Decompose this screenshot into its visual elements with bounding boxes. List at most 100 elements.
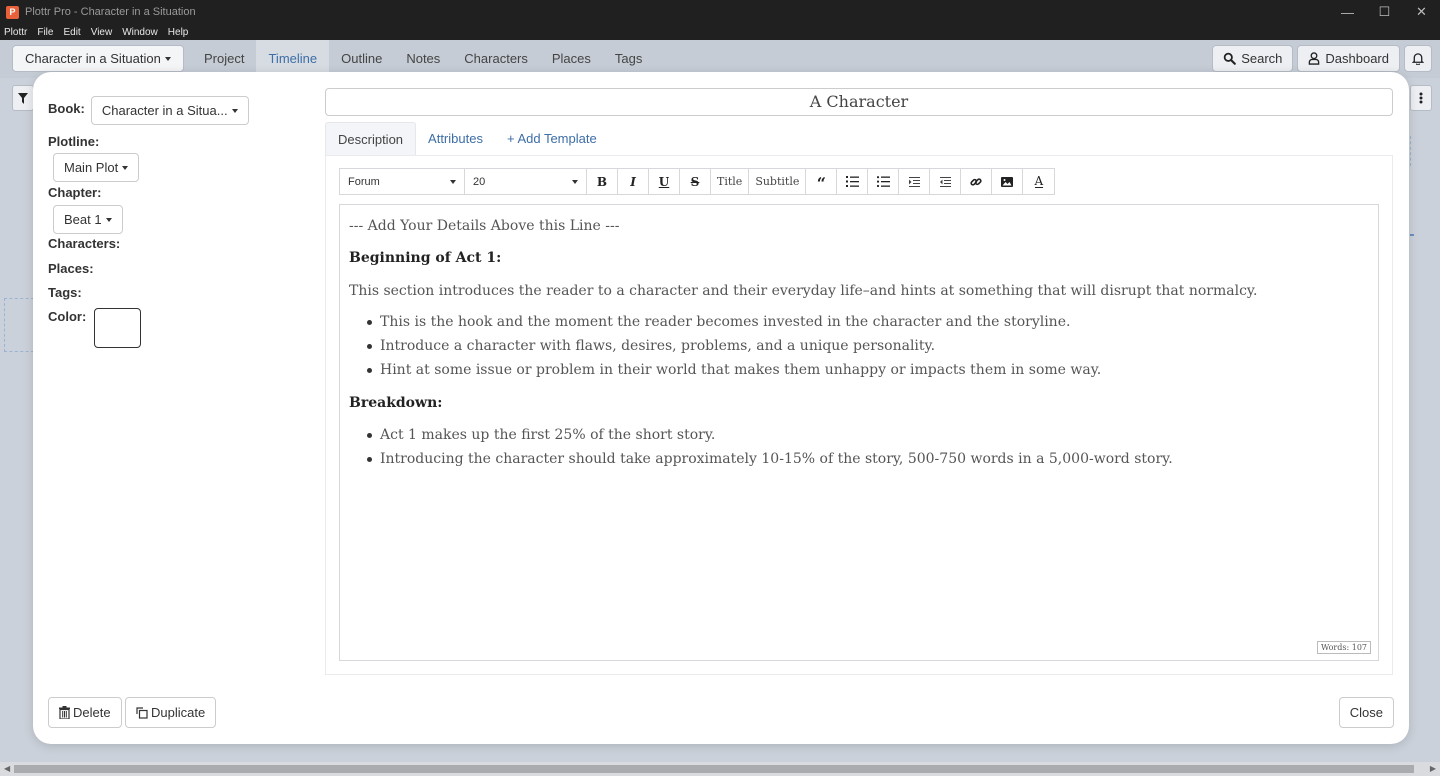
card-title-input[interactable]: A Character — [325, 88, 1393, 116]
window-title: Plottr Pro - Character in a Situation — [25, 6, 196, 18]
underline-button[interactable]: U — [649, 169, 680, 194]
link-button[interactable] — [961, 169, 993, 194]
scroll-right-icon[interactable]: ▶ — [1430, 764, 1436, 773]
bulleted-list-button[interactable] — [868, 169, 900, 194]
bulleted-list-icon — [876, 176, 890, 187]
list-item: Hint at some issue or problem in their w… — [367, 358, 1369, 382]
font-family-select[interactable]: Forum — [340, 169, 465, 194]
font-size-select[interactable]: 20 — [465, 169, 587, 194]
dashboard-button[interactable]: Dashboard — [1297, 45, 1400, 72]
numbered-list-icon — [845, 176, 859, 187]
filter-button[interactable] — [12, 85, 34, 111]
subtitle-button[interactable]: Subtitle — [749, 169, 807, 194]
menu-plottr[interactable]: Plottr — [4, 27, 27, 38]
menu-bar: Plottr File Edit View Window Help — [0, 24, 1440, 40]
numbered-list-button[interactable] — [837, 169, 869, 194]
caret-down-icon — [105, 217, 112, 222]
font-family-value: Forum — [348, 175, 380, 188]
book-selector[interactable]: Character in a Situation — [12, 45, 184, 72]
caret-down-icon — [572, 179, 578, 184]
close-label: Close — [1349, 705, 1383, 720]
bell-icon — [1412, 53, 1424, 65]
copy-icon — [136, 706, 148, 719]
blockquote-button[interactable]: “ — [806, 169, 838, 194]
bold-icon: B — [596, 174, 608, 189]
caret-down-icon — [450, 179, 456, 184]
caret-down-icon — [122, 165, 129, 170]
search-label: Search — [1241, 51, 1283, 66]
notifications-button[interactable] — [1404, 45, 1432, 72]
chapter-field-label: Chapter: — [48, 185, 102, 200]
minimize-button[interactable]: — — [1329, 0, 1366, 24]
dashboard-label: Dashboard — [1325, 51, 1389, 66]
separator-line: --- Add Your Details Above this Line --- — [349, 218, 620, 234]
timeline-card-placeholder — [4, 298, 34, 352]
caret-down-icon — [164, 56, 171, 61]
duplicate-label: Duplicate — [151, 705, 206, 720]
card-edit-modal: Book: Character in a Situa... Plotline: … — [33, 72, 1409, 744]
tags-field-label[interactable]: Tags: — [48, 285, 82, 300]
heading-beginning-act-1: Beginning of Act 1: — [349, 250, 502, 266]
filter-icon — [18, 92, 28, 104]
list-item: Act 1 makes up the first 25% of the shor… — [367, 423, 1369, 447]
search-icon — [1223, 52, 1237, 65]
duplicate-button[interactable]: Duplicate — [125, 697, 217, 728]
italic-button[interactable]: I — [618, 169, 649, 194]
book-dropdown-value: Character in a Situa... — [101, 103, 228, 118]
card-tabs: Description Attributes + Add Template — [325, 122, 609, 156]
breakdown-list: Act 1 makes up the first 25% of the shor… — [367, 423, 1369, 471]
image-button[interactable] — [992, 169, 1024, 194]
text-color-button[interactable]: A — [1023, 169, 1054, 194]
plottr-logo-icon: P — [6, 5, 19, 19]
indent-button[interactable] — [899, 169, 931, 194]
book-field-label: Book: — [48, 101, 85, 116]
menu-window[interactable]: Window — [122, 27, 158, 38]
close-button[interactable]: Close — [1338, 697, 1394, 728]
timeline-divider — [1410, 136, 1411, 166]
search-button[interactable]: Search — [1212, 45, 1294, 72]
color-field-label: Color: — [48, 309, 87, 324]
underline-icon: U — [658, 174, 670, 189]
plotline-dropdown[interactable]: Main Plot — [53, 153, 140, 182]
bold-button[interactable]: B — [587, 169, 618, 194]
scrollbar-thumb[interactable] — [14, 765, 1414, 773]
color-picker-swatch[interactable] — [94, 308, 141, 348]
characters-field-label[interactable]: Characters: — [48, 236, 120, 251]
outdent-icon — [939, 176, 951, 187]
trash-icon — [59, 706, 70, 719]
word-count-badge: Words: 107 — [1316, 641, 1371, 654]
menu-view[interactable]: View — [91, 27, 113, 38]
tab-description[interactable]: Description — [325, 122, 417, 156]
menu-file[interactable]: File — [37, 27, 53, 38]
description-panel: Forum 20 B I U S Title Subtitle “ A --- … — [325, 155, 1393, 675]
title-bar: P Plottr Pro - Character in a Situation … — [0, 0, 1440, 24]
maximize-button[interactable]: ☐ — [1366, 0, 1403, 24]
tab-attributes[interactable]: Attributes — [416, 122, 495, 156]
rich-text-editor[interactable]: --- Add Your Details Above this Line ---… — [339, 204, 1379, 661]
heading-breakdown: Breakdown: — [349, 395, 443, 411]
vertical-dots-icon — [1419, 92, 1423, 104]
delete-button[interactable]: Delete — [48, 697, 122, 728]
close-window-button[interactable]: ✕ — [1403, 0, 1440, 24]
more-options-button[interactable] — [1410, 85, 1432, 111]
menu-help[interactable]: Help — [168, 27, 189, 38]
list-item: This is the hook and the moment the read… — [367, 310, 1369, 334]
outdent-button[interactable] — [930, 169, 962, 194]
list-item: Introduce a character with flaws, desire… — [367, 334, 1369, 358]
chapter-dropdown[interactable]: Beat 1 — [53, 205, 123, 234]
plotline-dropdown-value: Main Plot — [64, 160, 119, 175]
places-field-label[interactable]: Places: — [48, 261, 94, 276]
horizontal-scrollbar[interactable]: ◀ ▶ — [0, 762, 1440, 776]
strikethrough-button[interactable]: S — [680, 169, 711, 194]
font-size-value: 20 — [473, 175, 486, 188]
add-template-link[interactable]: + Add Template — [495, 122, 609, 156]
title-button[interactable]: Title — [711, 169, 750, 194]
text-color-icon: A — [1034, 174, 1044, 188]
book-dropdown[interactable]: Character in a Situa... — [90, 96, 249, 125]
menu-edit[interactable]: Edit — [63, 27, 80, 38]
book-selector-label: Character in a Situation — [25, 51, 161, 66]
link-icon — [970, 177, 983, 186]
indent-icon — [908, 176, 920, 187]
timeline-marker — [1410, 234, 1414, 236]
scroll-left-icon[interactable]: ◀ — [4, 764, 10, 773]
